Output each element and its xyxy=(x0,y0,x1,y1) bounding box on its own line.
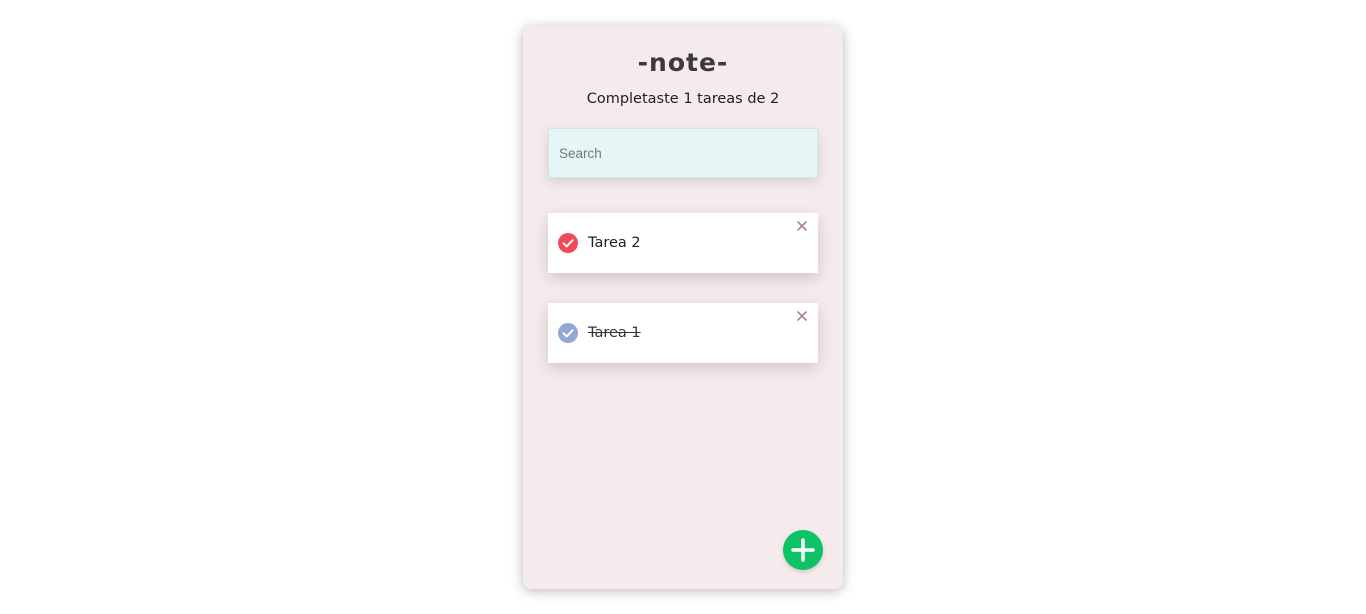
close-icon[interactable] xyxy=(795,218,809,232)
todo-counter: Completaste 1 tareas de 2 xyxy=(586,91,780,107)
check-circle-icon[interactable] xyxy=(558,233,578,253)
todo-text: Tarea 2 xyxy=(588,235,641,251)
search-input[interactable] xyxy=(548,128,818,178)
check-circle-icon[interactable] xyxy=(558,323,578,343)
todo-item: Tarea 2 xyxy=(548,213,818,273)
add-todo-button[interactable] xyxy=(783,530,823,570)
todo-text: Tarea 1 xyxy=(588,325,641,341)
todo-item: Tarea 1 xyxy=(548,303,818,363)
plus-icon xyxy=(791,538,815,562)
todo-card: -note- Completaste 1 tareas de 2 Tarea 2… xyxy=(523,26,843,589)
close-icon[interactable] xyxy=(795,308,809,322)
app-title: -note- xyxy=(637,48,729,77)
